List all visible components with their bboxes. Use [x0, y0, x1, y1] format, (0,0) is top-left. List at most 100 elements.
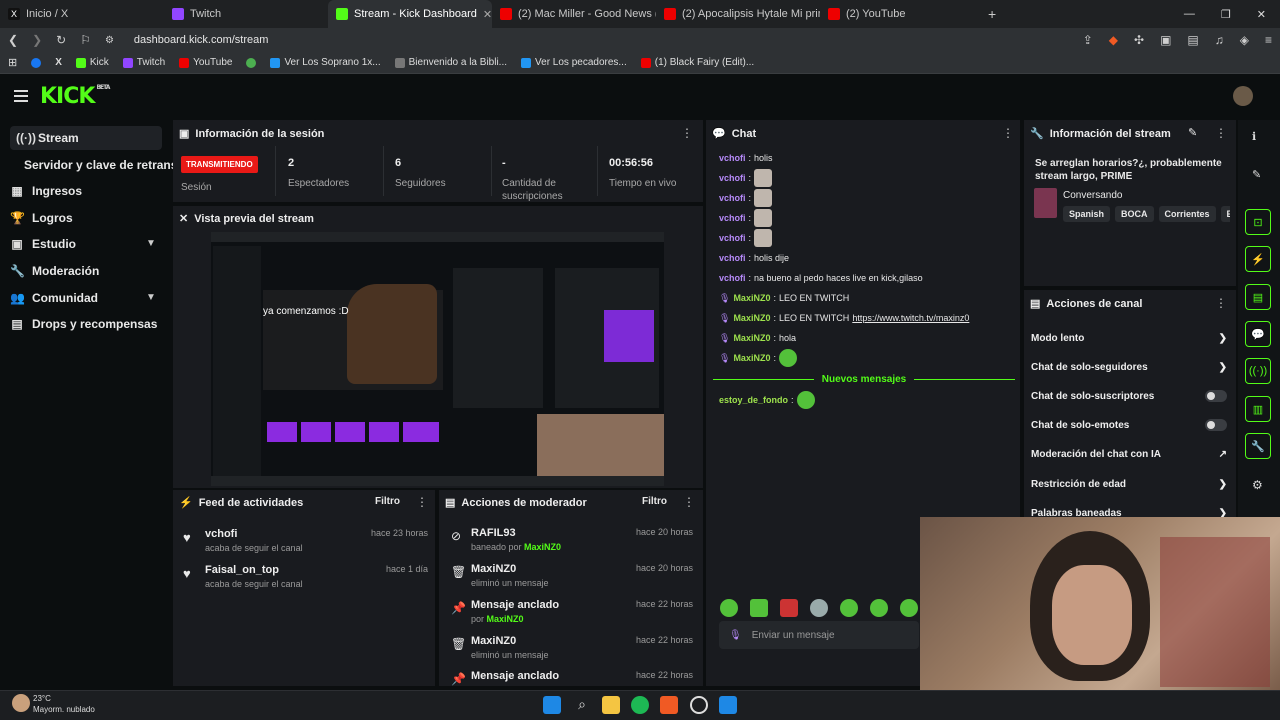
sidebar-item-drops[interactable]: ▤ Drops y recompensas: [10, 312, 157, 336]
stream-preview-video[interactable]: ya comenzamos :D: [211, 232, 664, 486]
subs-only-toggle[interactable]: [1205, 390, 1227, 402]
sidebar-item-server-key[interactable]: Servidor y clave de retransmisión: [24, 153, 174, 177]
menu-icon[interactable]: ≡: [1265, 33, 1272, 47]
shortcut-button[interactable]: ⊡: [1245, 209, 1271, 235]
weather-icon[interactable]: [12, 694, 30, 712]
browser-tab[interactable]: (2) Apocalipsis Hytale Mi primera Ve: [656, 0, 820, 28]
brave-icon[interactable]: [660, 696, 678, 714]
sidebar-item-estudio[interactable]: ▣ Estudio: [10, 232, 76, 256]
emote-icon[interactable]: [810, 599, 828, 617]
settings-icon[interactable]: ⚙: [1252, 478, 1263, 492]
edit-icon[interactable]: ✎: [1252, 168, 1261, 181]
weather-widget[interactable]: 23°C Mayorm. nublado: [33, 693, 95, 715]
tag[interactable]: Esp: [1220, 206, 1230, 222]
sidebar-item-ingresos[interactable]: ▦ Ingresos: [10, 179, 82, 203]
bookmark-soprano[interactable]: Ver Los Soprano 1x...: [270, 57, 381, 68]
age-restriction-item[interactable]: Restricción de edad ❯: [1031, 474, 1227, 494]
close-window-icon[interactable]: ✕: [1257, 8, 1266, 21]
extensions-icon[interactable]: ✣: [1134, 33, 1144, 47]
bookmark-kick[interactable]: Kick: [75, 57, 109, 68]
emote-icon[interactable]: [780, 599, 798, 617]
category-name[interactable]: Conversando: [1063, 190, 1122, 201]
tag[interactable]: Corrientes: [1158, 206, 1216, 222]
emote-icon[interactable]: [750, 599, 768, 617]
chat-input[interactable]: 🎙 Enviar un mensaje: [719, 621, 919, 649]
sidebar-item-logros[interactable]: 🏆 Logros: [10, 206, 73, 230]
shortcut-button[interactable]: 💬: [1245, 321, 1271, 347]
file-explorer-icon[interactable]: [602, 696, 620, 714]
kebab-menu-icon[interactable]: ⋮: [681, 126, 693, 140]
camera-app-icon[interactable]: [719, 696, 737, 714]
sidebar-item-stream[interactable]: ((·)) Stream: [10, 126, 162, 150]
info-icon[interactable]: ℹ: [1252, 130, 1256, 143]
kebab-menu-icon[interactable]: ⋮: [683, 495, 695, 509]
browser-tab[interactable]: Twitch: [164, 0, 328, 28]
emote-icon[interactable]: [720, 599, 738, 617]
back-icon[interactable]: ❮: [8, 33, 18, 47]
windows-start-icon[interactable]: [543, 696, 561, 714]
browser-tab[interactable]: (2) YouTube: [820, 0, 984, 28]
bookmark-black-fairy[interactable]: (1) Black Fairy (Edit)...: [640, 57, 754, 68]
emote-icon[interactable]: [870, 599, 888, 617]
wallet-icon[interactable]: ▤: [1187, 33, 1198, 47]
bookmark-android[interactable]: [246, 57, 257, 68]
music-icon[interactable]: ♫: [1215, 33, 1224, 47]
ai-moderation-item[interactable]: Moderación del chat con IA ↗: [1031, 444, 1227, 464]
hamburger-menu-icon[interactable]: [14, 90, 28, 102]
site-info-icon[interactable]: ⚙: [105, 35, 114, 46]
tag[interactable]: BOCA: [1115, 206, 1154, 222]
chevron-down-icon[interactable]: ▼: [146, 292, 156, 303]
emote-icon[interactable]: [900, 599, 918, 617]
bookmark-biblioteca[interactable]: Bienvenido a la Bibli...: [394, 57, 507, 68]
apps-grid-icon[interactable]: ⊞: [8, 56, 17, 69]
obs-icon[interactable]: [690, 696, 708, 714]
shortcut-button[interactable]: 🔧: [1245, 433, 1271, 459]
sidebar-item-comunidad[interactable]: 👥 Comunidad: [10, 286, 98, 310]
sidebar-icon[interactable]: ▣: [1160, 33, 1171, 47]
vpn-icon[interactable]: ◈: [1240, 33, 1249, 47]
close-tab-icon[interactable]: ✕: [483, 8, 492, 21]
bookmark-facebook[interactable]: [31, 57, 42, 68]
tag[interactable]: Spanish: [1063, 206, 1111, 222]
brave-shield-icon[interactable]: ◆: [1109, 33, 1118, 47]
user-avatar[interactable]: [1233, 86, 1253, 106]
followers-only-item[interactable]: Chat de solo-seguidores ❯: [1031, 357, 1227, 377]
kebab-menu-icon[interactable]: ⋮: [1215, 126, 1227, 140]
banned-words-item[interactable]: Palabras baneadas ❯: [1031, 503, 1227, 519]
chevron-down-icon[interactable]: ▼: [146, 238, 156, 249]
shortcut-button[interactable]: ▤: [1245, 284, 1271, 310]
shortcut-button[interactable]: ⚡: [1245, 246, 1271, 272]
edit-icon[interactable]: ✎: [1188, 126, 1197, 139]
emote-icon[interactable]: [840, 599, 858, 617]
new-messages-divider[interactable]: Nuevos mensajes: [713, 368, 1015, 390]
emotes-only-toggle[interactable]: [1205, 419, 1227, 431]
share-icon[interactable]: ⇪: [1083, 33, 1093, 47]
url-field[interactable]: dashboard.kick.com/stream: [134, 34, 269, 46]
browser-tab[interactable]: (2) Mac Miller - Good News (Sub. Esp: [492, 0, 656, 28]
chat-link[interactable]: https://www.twitch.tv/maxinz0: [852, 313, 969, 323]
slow-mode-item[interactable]: Modo lento ❯: [1031, 328, 1227, 348]
bookmark-icon[interactable]: ⚐: [80, 33, 91, 47]
forward-icon[interactable]: ❯: [32, 33, 42, 47]
maximize-icon[interactable]: ❐: [1221, 8, 1231, 21]
filter-button[interactable]: Filtro: [375, 496, 400, 507]
shortcut-button[interactable]: ((·)): [1245, 358, 1271, 384]
bookmark-pecadores[interactable]: Ver Los pecadores...: [521, 57, 627, 68]
reload-icon[interactable]: ↻: [56, 33, 66, 47]
kebab-menu-icon[interactable]: ⋮: [1002, 126, 1014, 140]
kick-logo[interactable]: KICK BETA: [40, 84, 110, 109]
shortcut-button[interactable]: ▥: [1245, 396, 1271, 422]
sidebar-item-moderacion[interactable]: 🔧 Moderación: [10, 259, 99, 283]
search-icon[interactable]: ⌕: [573, 696, 591, 714]
bookmark-x[interactable]: X: [55, 57, 62, 68]
spotify-icon[interactable]: [631, 696, 649, 714]
kebab-menu-icon[interactable]: ⋮: [416, 495, 428, 509]
minimize-icon[interactable]: —: [1184, 8, 1195, 21]
filter-button[interactable]: Filtro: [642, 496, 667, 507]
browser-tab[interactable]: X Inicio / X: [0, 0, 164, 28]
bookmark-twitch[interactable]: Twitch: [122, 57, 165, 68]
bookmark-youtube[interactable]: YouTube: [179, 57, 232, 68]
kebab-menu-icon[interactable]: ⋮: [1215, 296, 1227, 310]
new-tab-button[interactable]: +: [988, 6, 996, 22]
browser-tab-active[interactable]: Stream - Kick Dashboard ✕: [328, 0, 492, 28]
